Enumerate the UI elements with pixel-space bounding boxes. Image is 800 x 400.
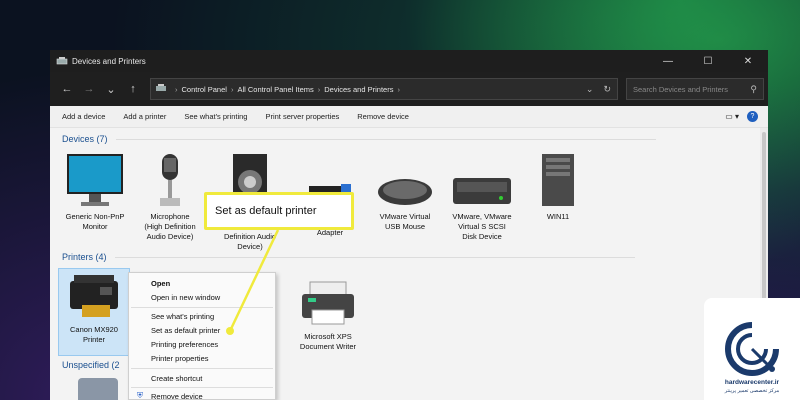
callout-pointer-line — [226, 229, 280, 335]
watermark-site: hardwarecenter.ir — [724, 379, 780, 386]
watermark-tagline: مرکز تخصصی تعمیر پرینتر — [724, 388, 780, 394]
callout-text: Set as default printer — [215, 205, 317, 217]
watermark-logo: hardwarecenter.ir مرکز تخصصی تعمیر پرینت… — [704, 298, 800, 400]
callout-label: Set as default printer — [204, 192, 354, 230]
circuit-logo-icon — [725, 322, 779, 376]
